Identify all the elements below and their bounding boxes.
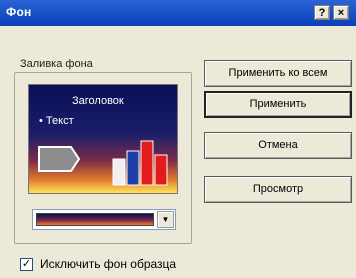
title-bar[interactable]: Фон ? × xyxy=(0,0,356,26)
fill-color-swatch xyxy=(36,213,154,226)
preview-bar-4 xyxy=(154,154,168,186)
apply-to-all-button[interactable]: Применить ко всем xyxy=(204,60,352,87)
cancel-button[interactable]: Отмена xyxy=(204,132,352,159)
omit-master-background-checkbox[interactable]: ✓ xyxy=(20,258,33,271)
background-dialog: Фон ? × Заливка фона Заголовок • Текст ▼… xyxy=(0,0,356,278)
preview-bar-2 xyxy=(126,150,140,186)
preview-graphics xyxy=(38,140,168,186)
fill-color-dropdown[interactable]: ▼ xyxy=(32,209,176,230)
background-fill-label: Заливка фона xyxy=(16,58,97,70)
window-title: Фон xyxy=(6,5,32,19)
omit-master-background-label: Исключить фон образца xyxy=(40,257,177,271)
close-button[interactable]: × xyxy=(333,5,349,20)
preview-arrow-shape xyxy=(38,146,81,172)
slide-preview: Заголовок • Текст xyxy=(28,84,178,194)
apply-button[interactable]: Применить xyxy=(204,91,352,118)
dropdown-arrow-icon[interactable]: ▼ xyxy=(157,211,174,228)
preview-bar-1 xyxy=(112,158,126,186)
preview-bar-3 xyxy=(140,140,154,186)
preview-button[interactable]: Просмотр xyxy=(204,176,352,203)
help-button[interactable]: ? xyxy=(314,5,330,20)
